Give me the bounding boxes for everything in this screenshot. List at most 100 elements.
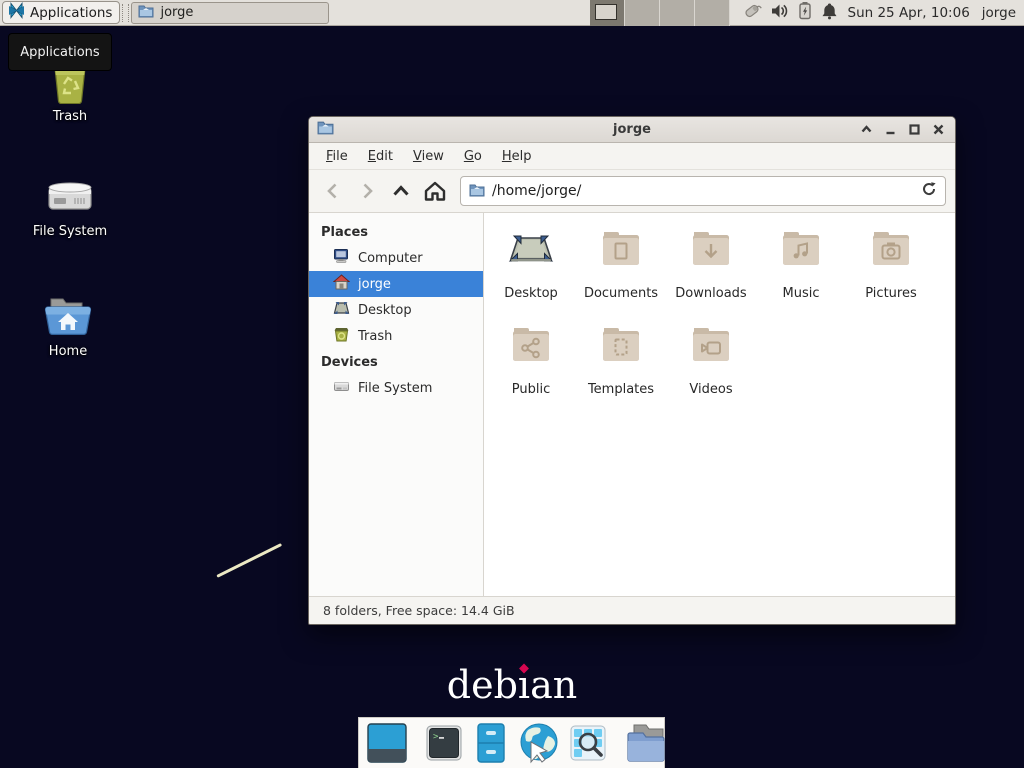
forward-button[interactable] (352, 176, 382, 206)
path-folder-icon (469, 182, 485, 201)
applications-tooltip-text: Applications (20, 45, 99, 60)
back-button[interactable] (318, 176, 348, 206)
toolbar: /home/jorge/ (309, 170, 955, 213)
folder-item-templates[interactable]: Templates (576, 321, 666, 417)
menubar: File Edit View Go Help (309, 143, 955, 170)
desktop-folder-icon (507, 225, 555, 277)
maximize-button[interactable] (906, 121, 923, 138)
sidebar-item-jorge[interactable]: jorge (309, 271, 483, 297)
folder-item-label: Templates (588, 382, 654, 397)
applications-menu-label: Applications (30, 5, 112, 21)
menu-help[interactable]: Help (493, 145, 541, 168)
debian-logo-diamond (519, 664, 529, 674)
desktop-icon-label: Home (8, 344, 128, 359)
sidebar-header-places: Places (309, 219, 483, 245)
terminal-launcher[interactable]: > (424, 723, 464, 763)
folder-item-label: Downloads (675, 286, 746, 301)
desktop-icon (333, 300, 350, 320)
music-folder-icon (777, 225, 825, 277)
path-text[interactable]: /home/jorge/ (492, 183, 914, 199)
computer-icon (333, 248, 350, 268)
folder-item-music[interactable]: Music (756, 225, 846, 321)
menu-edit[interactable]: Edit (359, 145, 402, 168)
debian-wallpaper-logo: debıan (0, 663, 1024, 707)
folder-item-pictures[interactable]: Pictures (846, 225, 936, 321)
menu-go[interactable]: Go (455, 145, 491, 168)
trash-icon (333, 326, 350, 346)
menu-view[interactable]: View (404, 145, 453, 168)
file-manager-window: jorge File Edit View Go Help (308, 116, 956, 625)
web-browser-launcher[interactable] (518, 722, 560, 764)
desktop-icon-home[interactable]: Home (8, 293, 128, 359)
applications-menu-button[interactable]: Applications (2, 1, 120, 24)
video-folder-icon (687, 321, 735, 373)
sidebar-item-label: Computer (358, 251, 423, 266)
document-folder-icon (597, 225, 645, 277)
folder-item-desktop[interactable]: Desktop (486, 225, 576, 321)
xfce-logo-icon (8, 2, 25, 23)
workspace-3[interactable] (660, 0, 695, 26)
desktop-icon-file-system[interactable]: File System (10, 173, 130, 239)
folder-item-videos[interactable]: Videos (666, 321, 756, 417)
home-button[interactable] (420, 176, 450, 206)
share-folder-icon (507, 321, 555, 373)
sidebar-item-label: Trash (358, 329, 392, 344)
folder-view[interactable]: Desktop Documents Downloads Music Pictur… (484, 213, 955, 596)
input-device-icon[interactable] (742, 1, 762, 25)
sidebar-header-devices: Devices (309, 349, 483, 375)
folder-item-documents[interactable]: Documents (576, 225, 666, 321)
folder-item-label: Pictures (865, 286, 916, 301)
up-button[interactable] (386, 176, 416, 206)
taskbar-window-button[interactable]: jorge (131, 2, 329, 24)
shade-button[interactable] (858, 121, 875, 138)
volume-icon[interactable] (770, 2, 789, 24)
sidebar-item-trash[interactable]: Trash (309, 323, 483, 349)
terminal-icon: > (424, 723, 464, 763)
workspace-2[interactable] (625, 0, 660, 26)
folder-item-label: Documents (584, 286, 658, 301)
folder-item-label: Music (783, 286, 820, 301)
camera-folder-icon (867, 225, 915, 277)
app-finder-launcher[interactable] (568, 723, 608, 763)
sidebar: Places Computer (309, 213, 484, 596)
template-folder-icon (597, 321, 645, 373)
close-button[interactable] (930, 121, 947, 138)
reload-icon[interactable] (921, 181, 937, 201)
workspace-switcher[interactable] (590, 0, 730, 26)
web-browser-globe-icon (518, 722, 560, 764)
sidebar-item-file-system[interactable]: File System (309, 375, 483, 401)
notifications-bell-icon[interactable] (821, 2, 838, 24)
directory-menu-button[interactable] (624, 723, 668, 763)
path-entry[interactable]: /home/jorge/ (460, 176, 946, 206)
desktop-icon-label: Trash (10, 109, 130, 124)
folder-item-downloads[interactable]: Downloads (666, 225, 756, 321)
application-finder-icon (568, 723, 608, 763)
menu-file[interactable]: File (317, 145, 357, 168)
taskbar-window-label: jorge (160, 5, 193, 20)
statusbar: 8 folders, Free space: 14.4 GiB (309, 596, 955, 624)
sidebar-item-label: jorge (358, 277, 391, 292)
show-desktop-icon (366, 723, 408, 763)
sidebar-item-desktop[interactable]: Desktop (309, 297, 483, 323)
folder-item-label: Public (512, 382, 550, 397)
applications-tooltip: Applications (8, 33, 112, 71)
file-manager-launcher[interactable] (472, 722, 510, 764)
minimize-button[interactable] (882, 121, 899, 138)
sidebar-item-label: File System (358, 381, 432, 396)
download-folder-icon (687, 225, 735, 277)
folder-item-public[interactable]: Public (486, 321, 576, 417)
drive-icon (333, 378, 350, 398)
workspace-window-thumbnail (595, 4, 617, 20)
battery-charging-icon[interactable] (797, 1, 813, 24)
sidebar-item-computer[interactable]: Computer (309, 245, 483, 271)
titlebar[interactable]: jorge (309, 117, 955, 143)
panel-user-menu[interactable]: jorge (982, 5, 1016, 21)
home-icon (333, 274, 350, 294)
panel-clock[interactable]: Sun 25 Apr, 10:06 (848, 5, 970, 21)
show-desktop-button[interactable] (366, 723, 408, 763)
workspace-1[interactable] (590, 0, 625, 26)
workspace-4[interactable] (695, 0, 730, 26)
svg-text:>: > (433, 732, 439, 742)
panel-handle[interactable] (122, 4, 129, 22)
directory-folder-icon (624, 723, 668, 763)
